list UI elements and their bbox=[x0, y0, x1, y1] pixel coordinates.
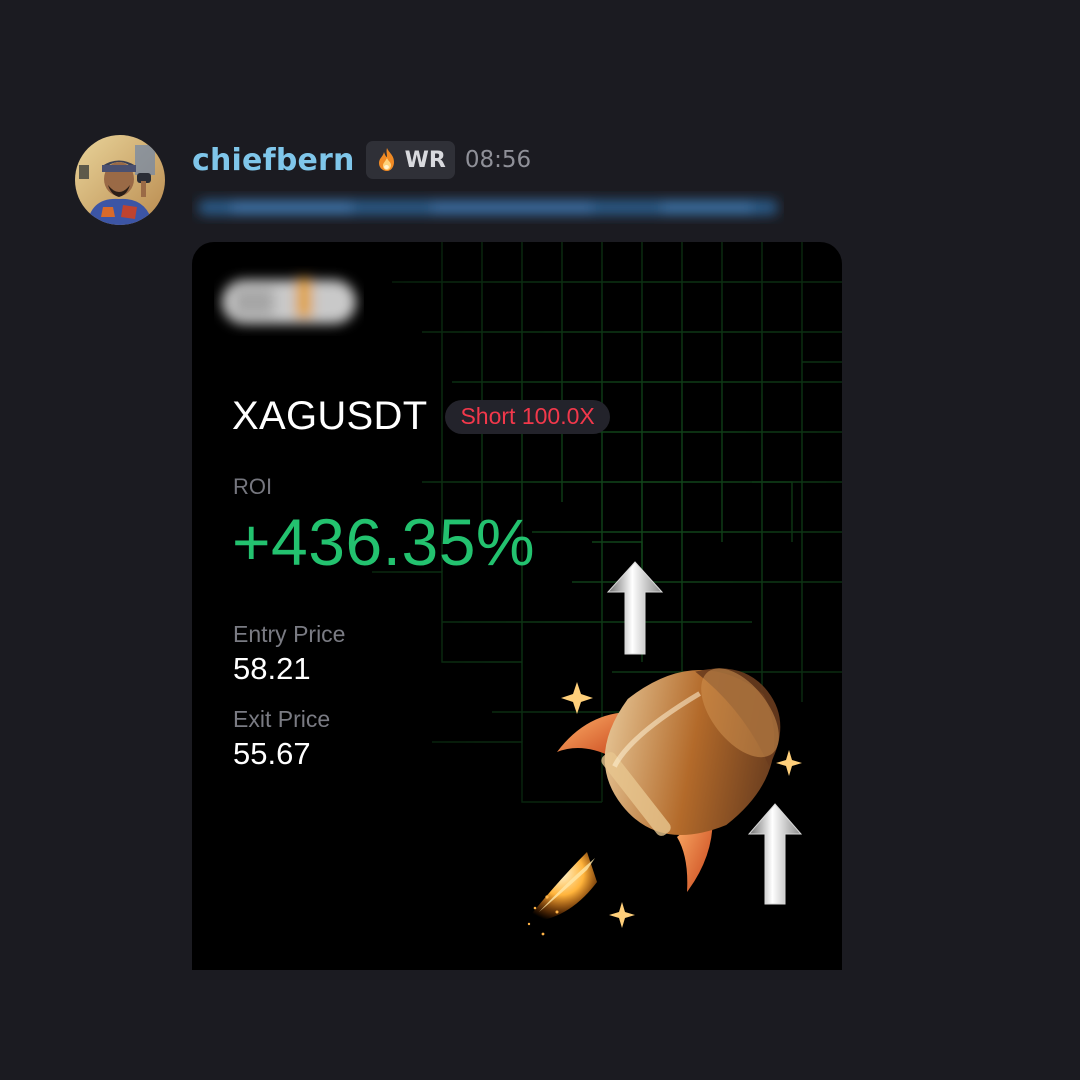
user-tag-label: WR bbox=[404, 147, 446, 173]
up-arrow-icon bbox=[747, 803, 803, 905]
roi-value: +436.35% bbox=[232, 505, 536, 579]
user-avatar[interactable] bbox=[75, 135, 165, 225]
user-tag[interactable]: WR bbox=[365, 141, 455, 179]
username[interactable]: chiefbern bbox=[192, 143, 355, 178]
blurred-link[interactable] bbox=[192, 190, 784, 224]
entry-price-value: 58.21 bbox=[233, 651, 311, 686]
message-timestamp: 08:56 bbox=[464, 147, 532, 173]
trade-pair: XAGUSDT bbox=[232, 394, 428, 438]
message-header: chiefbern WR 08:56 bbox=[192, 138, 531, 182]
exit-price-label: Exit Price bbox=[233, 706, 331, 732]
blurred-logo bbox=[222, 278, 356, 324]
roi-label: ROI bbox=[233, 474, 273, 499]
chat-message: chiefbern WR 08:56 XAGUSDT Short 100.0X … bbox=[0, 0, 1080, 1080]
trade-card[interactable]: XAGUSDT Short 100.0X ROI +436.35% Entry … bbox=[192, 242, 842, 970]
flame-icon bbox=[373, 146, 401, 174]
exit-price-value: 55.67 bbox=[233, 736, 311, 771]
rocket-illustration bbox=[525, 561, 803, 936]
position-side-badge: Short 100.0X bbox=[445, 399, 610, 434]
up-arrow-icon bbox=[606, 561, 664, 655]
entry-price-label: Entry Price bbox=[233, 621, 346, 647]
trade-pair-row: XAGUSDT Short 100.0X bbox=[232, 394, 610, 439]
